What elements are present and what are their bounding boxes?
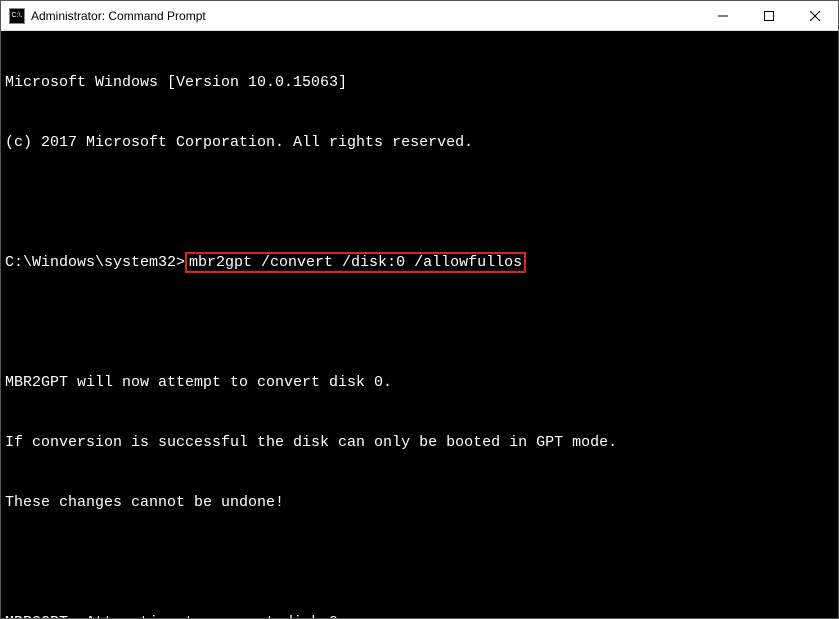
blank-line	[5, 553, 834, 573]
titlebar[interactable]: C:\. Administrator: Command Prompt	[1, 1, 838, 31]
prompt-line: C:\Windows\system32>mbr2gpt /convert /di…	[5, 253, 834, 273]
cmd-icon: C:\.	[9, 8, 25, 24]
output-line: MBR2GPT will now attempt to convert disk…	[5, 373, 834, 393]
output-line: Microsoft Windows [Version 10.0.15063]	[5, 73, 834, 93]
window-controls	[700, 1, 838, 30]
blank-line	[5, 313, 834, 333]
maximize-icon	[764, 11, 774, 21]
output-line: MBR2GPT: Attempting to convert disk 0	[5, 613, 834, 618]
minimize-button[interactable]	[700, 1, 746, 30]
output-line: If conversion is successful the disk can…	[5, 433, 834, 453]
command-prompt-window: C:\. Administrator: Command Prompt Micro…	[0, 0, 839, 619]
terminal-area[interactable]: Microsoft Windows [Version 10.0.15063] (…	[1, 31, 838, 618]
close-button[interactable]	[792, 1, 838, 30]
window-title: Administrator: Command Prompt	[31, 9, 700, 23]
output-line: These changes cannot be undone!	[5, 493, 834, 513]
close-icon	[810, 11, 820, 21]
blank-line	[5, 193, 834, 213]
maximize-button[interactable]	[746, 1, 792, 30]
minimize-icon	[718, 11, 728, 21]
prompt-prefix: C:\Windows\system32>	[5, 254, 185, 271]
highlighted-command: mbr2gpt /convert /disk:0 /allowfullos	[185, 252, 526, 273]
output-line: (c) 2017 Microsoft Corporation. All righ…	[5, 133, 834, 153]
cmd-icon-text: C:\.	[12, 12, 23, 19]
